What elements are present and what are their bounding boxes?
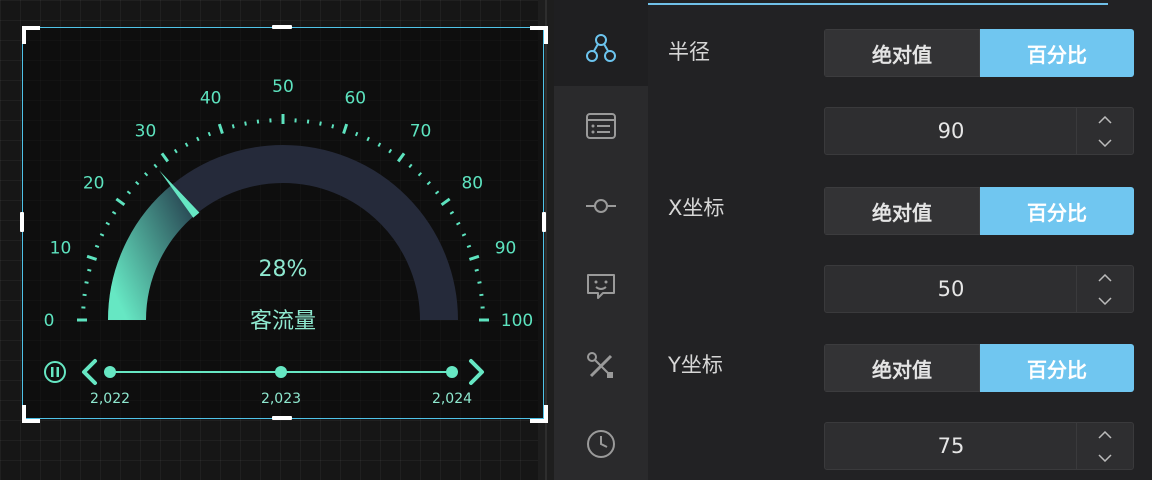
radius-percent-option[interactable]: 百分比 (980, 29, 1134, 77)
y-mode-toggle: 绝对值 百分比 (824, 344, 1134, 392)
y-position-stepper (1076, 423, 1133, 469)
chevron-up-icon (1098, 115, 1112, 124)
chevron-down-icon (1098, 296, 1112, 305)
x-position-stepper (1076, 266, 1133, 312)
x-position-input[interactable]: 50 (824, 265, 1134, 313)
y-absolute-option[interactable]: 绝对值 (824, 344, 980, 392)
increment-button[interactable] (1077, 266, 1133, 289)
rail-item-list[interactable] (554, 96, 648, 156)
resize-handle-bottom-right[interactable] (530, 405, 548, 423)
chat-smile-icon (587, 274, 615, 299)
decrement-button[interactable] (1077, 131, 1133, 154)
resize-handle-top-left[interactable] (22, 26, 40, 44)
radius-stepper (1076, 108, 1133, 154)
increment-button[interactable] (1077, 108, 1133, 131)
x-percent-option[interactable]: 百分比 (980, 187, 1134, 235)
chevron-up-icon (1098, 273, 1112, 282)
clock-icon (587, 430, 615, 458)
decrement-button[interactable] (1077, 446, 1133, 469)
radius-mode-toggle: 绝对值 百分比 (824, 29, 1134, 77)
rail-item-share[interactable] (554, 18, 648, 78)
radius-label: 半径 (668, 40, 710, 64)
y-percent-option[interactable]: 百分比 (980, 344, 1134, 392)
selection-box (22, 27, 544, 419)
x-position-label: X坐标 (668, 196, 725, 220)
commit-icon (586, 199, 616, 213)
x-absolute-option[interactable]: 绝对值 (824, 187, 980, 235)
y-position-input[interactable]: 75 (824, 422, 1134, 470)
radius-absolute-option[interactable]: 绝对值 (824, 29, 980, 77)
tools-icon (587, 352, 613, 378)
share-nodes-icon (586, 34, 616, 62)
active-tab-indicator (648, 3, 1108, 5)
resize-handle-bottom-left[interactable] (22, 405, 40, 423)
resize-handle-right[interactable] (542, 212, 546, 232)
increment-button[interactable] (1077, 423, 1133, 446)
resize-handle-top[interactable] (272, 25, 292, 29)
chevron-down-icon (1098, 138, 1112, 147)
y-position-label: Y坐标 (668, 353, 723, 377)
rail-item-history[interactable] (554, 414, 648, 474)
decrement-button[interactable] (1077, 289, 1133, 312)
radius-input[interactable]: 90 (824, 107, 1134, 155)
rail-item-tooltip[interactable] (554, 256, 648, 316)
y-position-value[interactable]: 75 (825, 423, 1077, 469)
rail-item-commit[interactable] (554, 176, 648, 236)
chevron-up-icon (1098, 430, 1112, 439)
resize-handle-bottom[interactable] (272, 416, 292, 420)
resize-handle-top-right[interactable] (530, 26, 548, 44)
list-icon (586, 113, 616, 139)
radius-value[interactable]: 90 (825, 108, 1077, 154)
chevron-down-icon (1098, 453, 1112, 462)
rail-item-tools[interactable] (554, 336, 648, 396)
x-mode-toggle: 绝对值 百分比 (824, 187, 1134, 235)
resize-handle-left[interactable] (20, 212, 24, 232)
x-position-value[interactable]: 50 (825, 266, 1077, 312)
